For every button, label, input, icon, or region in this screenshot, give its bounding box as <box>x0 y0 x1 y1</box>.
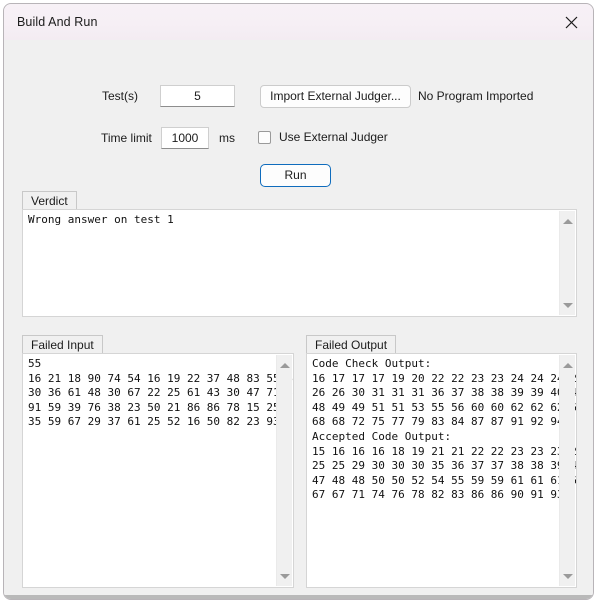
scroll-up-icon[interactable] <box>277 357 293 373</box>
failed-output-group: Failed Output Code Check Output: 16 17 1… <box>306 335 577 588</box>
failed-output-text: Code Check Output: 16 17 17 17 19 20 22 … <box>312 357 576 502</box>
titlebar: Build And Run <box>4 4 593 40</box>
scroll-up-icon[interactable] <box>560 213 576 229</box>
failed-input-text: 55 16 21 18 90 74 54 16 19 22 37 48 83 5… <box>28 357 293 429</box>
time-limit-input[interactable]: 1000 <box>161 127 209 149</box>
scroll-up-icon[interactable] <box>560 357 576 373</box>
failed-input-textarea[interactable]: 55 16 21 18 90 74 54 16 19 22 37 48 83 5… <box>22 353 294 588</box>
build-and-run-dialog: Build And Run Test(s) 5 Import External … <box>3 3 594 600</box>
verdict-scrollbar[interactable] <box>559 211 575 315</box>
scroll-down-icon[interactable] <box>560 568 576 584</box>
import-external-judger-button[interactable]: Import External Judger... <box>260 85 411 108</box>
tests-label: Test(s) <box>102 89 138 103</box>
time-limit-unit-label: ms <box>219 131 235 145</box>
scroll-down-icon[interactable] <box>560 297 576 313</box>
window-bottom-strip <box>4 595 593 599</box>
failed-input-tab-label: Failed Input <box>22 335 103 354</box>
failed-output-scrollbar[interactable] <box>559 355 575 586</box>
verdict-tab-label: Verdict <box>22 191 77 210</box>
close-icon[interactable] <box>549 4 593 40</box>
failed-input-scrollbar[interactable] <box>276 355 292 586</box>
use-external-judger-label: Use External Judger <box>279 130 388 144</box>
run-button[interactable]: Run <box>260 164 331 187</box>
time-limit-label: Time limit <box>101 131 152 145</box>
use-external-judger-checkbox[interactable]: Use External Judger <box>258 130 388 144</box>
dialog-content: Test(s) 5 Import External Judger... No P… <box>4 40 593 599</box>
import-status-text: No Program Imported <box>418 89 534 103</box>
verdict-group: Verdict Wrong answer on test 1 <box>22 191 577 317</box>
verdict-text: Wrong answer on test 1 <box>28 213 174 226</box>
failed-output-tab-label: Failed Output <box>306 335 397 354</box>
checkbox-box-icon <box>258 130 271 144</box>
tests-input[interactable]: 5 <box>160 85 235 107</box>
failed-output-textarea[interactable]: Code Check Output: 16 17 17 17 19 20 22 … <box>306 353 577 588</box>
scroll-down-icon[interactable] <box>277 568 293 584</box>
verdict-textarea[interactable]: Wrong answer on test 1 <box>22 209 577 317</box>
window-title: Build And Run <box>17 15 98 29</box>
failed-input-group: Failed Input 55 16 21 18 90 74 54 16 19 … <box>22 335 294 588</box>
